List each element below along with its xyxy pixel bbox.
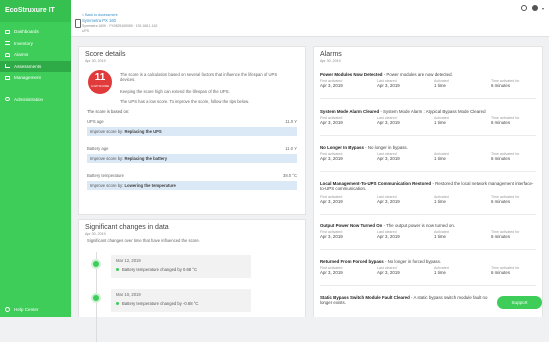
score-description: Keeping the score high can extend the li… [120, 89, 230, 94]
alarm-item[interactable]: System Mode Alarm Cleared - System Mode … [320, 109, 536, 136]
device-header: < Back to Assessment Symmetra PX 160 Sym… [71, 0, 549, 37]
chevron-down-icon[interactable]: ▾ [542, 6, 544, 11]
panel-title: Alarms [320, 51, 342, 58]
sidebar-item-label: Inventory [14, 40, 33, 46]
timeline-dot [91, 293, 101, 303]
alarm-item[interactable]: Static Bypass Switch Module Fault Cleare… [320, 295, 500, 317]
change-item: Mar 10, 2019 Battery temperature changed… [111, 289, 251, 312]
alarm-item[interactable]: Output Power Now Turned On - The output … [320, 223, 536, 250]
score-description: The UPS has a low score. To improve the … [120, 99, 250, 104]
alarm-item[interactable]: Local Management-To-UPS Communication Re… [320, 181, 536, 215]
change-item: Mar 12, 2019 Battery temperature changed… [111, 255, 251, 278]
metric-battery-temperature: Battery temperature 38.0 °C [87, 173, 297, 178]
panel-date: Apr 30, 2019 [320, 59, 341, 63]
significant-changes-panel: Significant changes in data Apr 30, 2019… [78, 219, 306, 342]
sidebar-item-label: Dashboards [14, 29, 39, 35]
score-badge: 11 LOW SCORE [88, 70, 112, 94]
sidebar-item-dashboards[interactable]: Dashboards [0, 26, 71, 38]
alarms-panel: Alarms Apr 30, 2019 Power Modules Now De… [313, 46, 543, 317]
panel-title: Significant changes in data [85, 224, 169, 231]
score-value: 11 [94, 72, 106, 83]
administration-icon [5, 97, 10, 102]
sidebar-item-label: Alarms [14, 52, 29, 58]
sidebar-nav: Dashboards Inventory Alarms Assessments … [0, 26, 71, 105]
help-icon [5, 307, 10, 312]
alarm-icon [5, 52, 10, 57]
score-details-panel: Score details Apr 30, 2019 11 LOW SCORE … [78, 46, 306, 215]
improve-tip: Improve score by: Lowering the temperatu… [87, 181, 297, 190]
device-name-link[interactable]: Symmetra PX 160 [82, 18, 116, 23]
back-link[interactable]: < Back to Assessment [82, 13, 117, 17]
sidebar-item-assessments[interactable]: Assessments [0, 60, 71, 72]
panel-title: Score details [85, 51, 126, 58]
sidebar-item-alarms[interactable]: Alarms [0, 49, 71, 61]
user-icon[interactable] [532, 5, 538, 11]
metric-ups-age: UPS age 11.0 Y [87, 119, 297, 124]
assessment-icon [5, 64, 10, 69]
dashboard-icon [5, 29, 10, 34]
brand-logo[interactable]: EcoStruxure IT [0, 0, 71, 22]
sidebar-item-inventory[interactable]: Inventory [0, 38, 71, 50]
management-icon [5, 75, 10, 80]
metric-battery-age: Battery age 11.0 Y [87, 146, 297, 151]
device-info: Symmetra 160K · PX0825165085 · 192.168.1… [82, 24, 158, 28]
ups-device-icon [75, 19, 81, 28]
bullet-icon [116, 302, 119, 305]
score-label: LOW SCORE [90, 84, 110, 88]
improve-tip: Improve score by: Replacing the UPS [87, 127, 297, 136]
sidebar-item-label: Assessments [14, 63, 42, 69]
sidebar-item-label: Management [14, 75, 41, 81]
alarm-item[interactable]: No Longer In Bypass - No longer in bypas… [320, 145, 536, 172]
sidebar-item-label: Administration [14, 96, 44, 102]
timeline-dot [91, 259, 101, 269]
sidebar-item-management[interactable]: Management [0, 72, 71, 84]
based-on-label: The score is based on: [87, 109, 130, 114]
search-icon[interactable] [521, 5, 527, 11]
score-description: The score is a calculation based on seve… [120, 72, 278, 83]
bullet-icon [116, 268, 119, 271]
help-center-link[interactable]: Help Center [5, 307, 39, 312]
device-type: UPS [82, 29, 89, 33]
inventory-icon [5, 41, 10, 46]
panel-date: Apr 30, 2019 [85, 59, 106, 63]
support-button[interactable]: Support [497, 296, 542, 309]
sidebar-item-administration[interactable]: Administration [0, 94, 71, 106]
alarm-item[interactable]: Returned From Forced bypass - No longer … [320, 259, 536, 286]
panel-date: Apr 30, 2019 [85, 232, 106, 236]
sidebar: EcoStruxure IT Dashboards Inventory Alar… [0, 0, 71, 317]
alarm-item[interactable]: Power Modules Now Detected - Power modul… [320, 72, 536, 99]
improve-tip: Improve score by: Replacing the battery [87, 154, 297, 163]
changes-subtitle: Significant changes over time that have … [87, 238, 200, 243]
